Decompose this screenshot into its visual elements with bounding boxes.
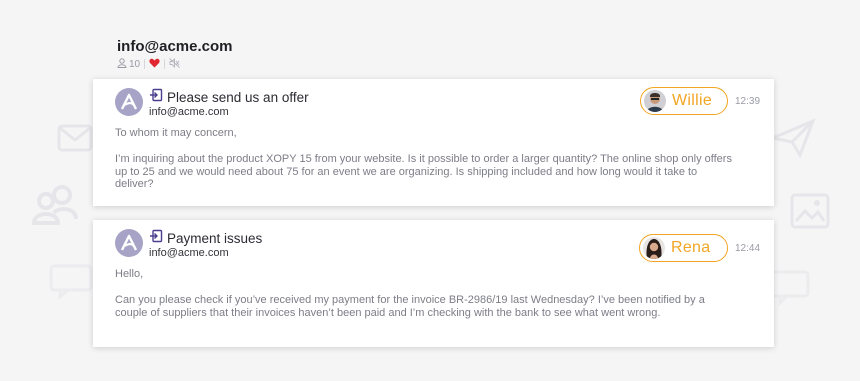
user-icon — [117, 57, 127, 71]
message-greeting: Hello, — [115, 268, 144, 280]
heart-icon[interactable] — [149, 58, 160, 71]
divider — [164, 59, 166, 69]
assigned-agent-badge[interactable]: Rena — [639, 234, 728, 262]
message-greeting: To whom it may concern, — [115, 127, 237, 139]
agent-name: Willie — [672, 92, 713, 109]
divider — [144, 59, 146, 69]
background-message-icon — [770, 270, 810, 306]
sender-email: info@acme.com — [149, 106, 229, 118]
subject-row: Payment issues — [149, 229, 262, 248]
agent-avatar — [643, 237, 665, 259]
message-subject: Payment issues — [167, 231, 263, 246]
background-chat-icon — [48, 263, 94, 299]
message-card[interactable]: Payment issues info@acme.com Hello, Can … — [93, 220, 774, 347]
message-body: Can you please check if you’ve received … — [115, 294, 705, 319]
background-mail-icon — [57, 124, 93, 152]
message-body: I’m inquiring about the product XOPY 15 … — [115, 153, 732, 190]
sender-logo-avatar — [115, 229, 143, 257]
mute-icon[interactable] — [169, 57, 180, 71]
agent-name: Rena — [671, 239, 711, 256]
background-image-icon — [790, 193, 830, 229]
sender-logo-avatar — [115, 88, 143, 116]
message-time: 12:39 — [735, 96, 761, 107]
inbox-title: info@acme.com — [117, 38, 233, 55]
sender-email: info@acme.com — [149, 247, 229, 259]
background-users-icon — [30, 183, 80, 225]
incoming-icon — [149, 229, 163, 248]
assigned-agent-badge[interactable]: Willie — [640, 87, 728, 115]
message-card[interactable]: Please send us an offer info@acme.com To… — [93, 79, 774, 206]
subject-row: Please send us an offer — [149, 88, 309, 107]
inbox-meta: 10 — [117, 57, 233, 71]
message-subject: Please send us an offer — [167, 90, 309, 105]
message-time: 12:44 — [735, 243, 761, 254]
incoming-icon — [149, 88, 163, 107]
inbox-header: info@acme.com 10 — [117, 38, 233, 71]
background-send-icon — [770, 118, 816, 158]
member-count: 10 — [129, 58, 141, 70]
agent-avatar — [644, 90, 666, 112]
